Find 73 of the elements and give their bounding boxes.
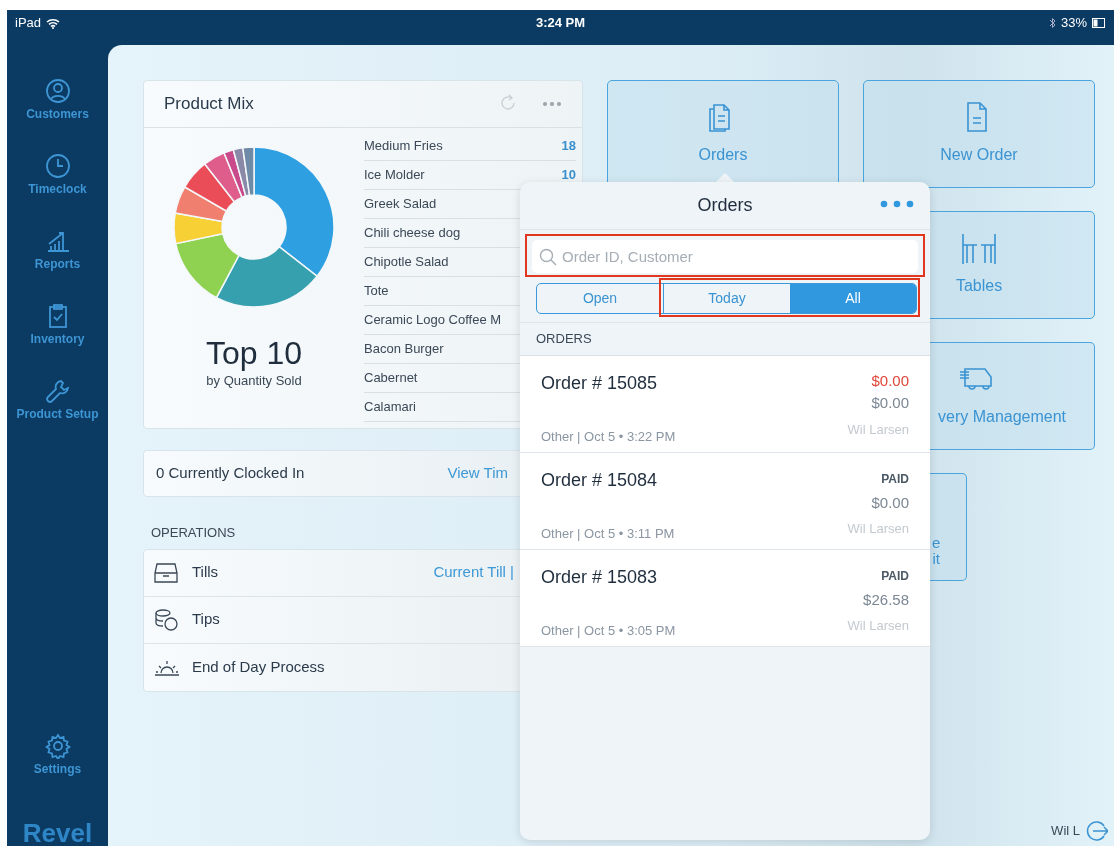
till-link[interactable]: Current Till | [433,561,514,584]
product-name: Cabernet [364,369,418,388]
tile-button[interactable]: e it [930,473,967,581]
battery-icon [1092,18,1106,28]
order-status: PAID [881,470,909,488]
product-name: Chipotle Salad [364,253,449,272]
order-meta: Other | Oct 5 • 3:11 PM [541,524,675,543]
segment-tab[interactable]: Open [537,284,663,313]
employee-name: Wil Larsen [847,420,909,439]
battery-percent: 33% [1061,14,1087,33]
product-name: Calamari [364,398,416,417]
search-field[interactable]: Order ID, Customer [532,240,918,273]
gear-icon [44,733,71,759]
popover-title: Orders [697,194,753,217]
drawer-icon [154,560,180,585]
order-meta: Other | Oct 5 • 3:22 PM [541,427,676,446]
tile-button[interactable]: very Management [930,342,1095,450]
order-title: Order # 15083 [541,565,659,589]
product-name: Chili cheese dog [364,224,461,243]
order-total: $26.58 [863,589,909,610]
sidebar-item[interactable]: Product Setup [12,378,103,422]
product-name: Greek Salad [364,195,437,214]
product-name: Ceramic Logo Coffee M [364,311,502,330]
clock-time: 3:24 PM [535,14,586,33]
device-name: iPad [15,14,42,33]
order-status: PAID [881,567,909,585]
tables-icon [961,232,997,266]
sidebar-item[interactable]: Inventory [12,303,103,347]
order-row[interactable]: Order # 15083 Other | Oct 5 • 3:05 PM PAID $26.58 Wil Larsen [520,549,930,647]
operation-label[interactable]: Tills [192,561,219,584]
logout-icon[interactable] [1086,820,1108,842]
order-title: Order # 15084 [541,468,659,492]
section-heading: OPERATIONS [151,524,236,542]
headline: Top 10 [205,336,303,372]
wrench-icon [44,378,71,404]
clock-icon [44,153,71,179]
order-status: $0.00 [871,370,909,391]
sidebar-item[interactable]: Reports [12,228,103,272]
person-icon [44,78,71,104]
order-total: $0.00 [871,393,909,413]
tile-button[interactable]: New Order [863,80,1095,188]
product-count: 18 [561,137,576,156]
segment-tab[interactable]: All [790,284,916,313]
user-name: Wil L [1051,822,1080,841]
subtitle: by Quantity Sold [206,372,302,391]
logo: Revel [22,820,93,846]
product-name: Bacon Burger [364,340,444,359]
order-total: $0.00 [871,492,909,513]
order-meta: Other | Oct 5 • 3:05 PM [541,621,676,640]
sidebar-item[interactable]: Settings [12,733,103,777]
order-row[interactable]: Order # 15085 Other | Oct 5 • 3:22 PM $0.00 $0.00 Wil Larsen [520,355,930,453]
search-icon [539,248,557,266]
employee-name: Wil Larsen [847,617,909,635]
more-icon[interactable] [542,101,562,107]
section-label: ORDERS [520,322,930,356]
order-title: Order # 15085 [541,371,659,395]
order-row[interactable]: Order # 15084 Other | Oct 5 • 3:11 PM PAID $0.00 Wil Larsen [520,452,930,550]
sidebar-item[interactable]: Customers [12,78,103,122]
product-name: Tote [364,282,389,301]
product-name: Medium Fries [364,137,443,156]
operation-label[interactable]: Tips [192,608,220,631]
sidebar-item[interactable]: Timeclock [12,153,103,197]
employee-name: Wil Larsen [847,520,909,538]
bluetooth-icon [1049,17,1056,29]
more-icon[interactable] [880,200,914,208]
wifi-icon [46,17,61,29]
card-title: Product Mix [164,93,254,116]
coins-icon [154,607,180,632]
product-count: 10 [561,166,576,185]
view-link[interactable]: View Tim [447,462,508,485]
clocked-in-label: 0 Currently Clocked In [156,463,305,484]
operation-label[interactable]: End of Day Process [192,655,325,679]
product-name: Ice Molder [364,166,425,185]
